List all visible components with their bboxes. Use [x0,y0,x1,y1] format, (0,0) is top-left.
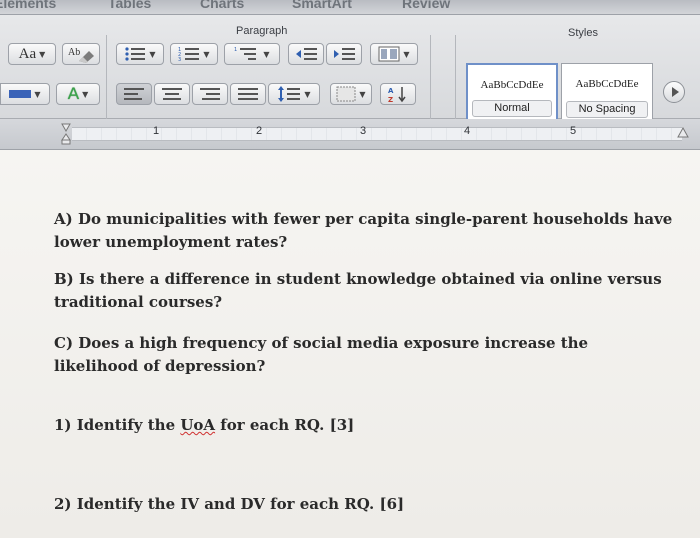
clear-formatting-button[interactable]: Ab [62,43,100,65]
tab-charts[interactable]: Charts [200,0,244,11]
document-page[interactable]: A) Do municipalities with fewer per capi… [0,150,700,538]
eraser-icon: Ab [68,47,94,63]
ruler-number: 5 [570,125,577,137]
question-c: C) Does a high frequency of social media… [54,334,589,375]
decrease-indent-button[interactable] [288,43,324,65]
chevron-down-icon: ▼ [39,49,46,59]
increase-indent-button[interactable] [326,43,362,65]
misspelled-word[interactable]: UoA [180,416,215,434]
indent-marker-icon[interactable] [61,123,71,145]
task-1-suffix: for each RQ. [3] [215,416,355,434]
align-left-button[interactable] [116,83,152,105]
task-1: 1) Identify the UoA for each RQ. [3] [54,414,674,437]
shading-icon [336,86,356,102]
align-right-button[interactable] [192,83,228,105]
multilevel-list-icon: 1 [234,47,257,60]
svg-text:Z: Z [388,96,393,103]
align-center-icon [162,88,182,100]
bullets-button[interactable]: ▼ [116,43,164,65]
svg-text:1: 1 [234,47,237,53]
sort-icon: A Z [388,87,406,103]
chevron-down-icon: ▼ [359,89,366,99]
chevron-down-icon: ▼ [203,49,210,59]
tab-review[interactable]: Review [402,0,450,11]
align-left-icon [124,88,144,100]
bullet-list-icon [125,47,146,61]
multilevel-list-button[interactable]: 1 ▼ [224,43,280,65]
styles-group-title: Styles [568,27,598,39]
font-color-label: A [67,84,80,103]
numbered-list-icon: 1 2 3 [178,47,200,62]
question-a: A) Do municipalities with fewer per capi… [54,210,673,251]
chevron-down-icon: ▼ [263,49,270,59]
group-separator [430,35,431,119]
columns-icon [378,46,400,62]
play-arrow-icon [672,87,679,97]
chevron-down-icon: ▼ [149,49,156,59]
outdent-icon [296,48,317,60]
tab-elements[interactable]: Elements [0,0,56,11]
ruler-number: 3 [360,125,367,137]
style-sample-text: AaBbCcDdEe [480,79,544,91]
numbering-button[interactable]: 1 2 3 ▼ [170,43,218,65]
font-size-label: Aa [18,45,37,62]
svg-text:A: A [388,87,394,95]
line-spacing-icon [278,86,301,102]
columns-button[interactable]: ▼ [370,43,418,65]
ribbon: Paragraph Styles Aa ▼ Ab ▼ A ▼ ▼ 1 2 3 ▼… [0,15,700,125]
highlight-color-button[interactable]: ▼ [0,83,50,105]
shading-button[interactable]: ▼ [330,83,372,105]
style-sample-text: AaBbCcDdEe [575,78,639,90]
paragraph-group-title: Paragraph [236,25,288,37]
question-b: B) Is there a difference in student know… [54,270,662,311]
highlight-swatch [9,90,32,98]
align-center-button[interactable] [154,83,190,105]
task-2: 2) Identify the IV and DV for each RQ. [… [54,495,405,513]
ribbon-tab-bar: Elements Tables Charts SmartArt Review [0,0,700,15]
style-name-label: Normal [472,100,552,117]
tab-tables[interactable]: Tables [108,0,151,11]
justify-button[interactable] [230,83,266,105]
style-name-label: No Spacing [566,101,648,118]
chevron-down-icon: ▼ [82,89,89,99]
style-normal[interactable]: AaBbCcDdEe Normal [466,63,558,125]
ruler-number: 4 [464,125,471,137]
tab-smartart[interactable]: SmartArt [292,0,352,11]
more-styles-button[interactable] [663,81,685,103]
ruler-number: 1 [153,125,160,137]
svg-text:3: 3 [178,57,181,62]
chevron-down-icon: ▼ [304,89,311,99]
group-separator [106,35,107,119]
chevron-down-icon: ▼ [34,89,41,99]
ruler-track [72,127,682,141]
right-indent-marker-icon[interactable] [676,125,690,139]
chevron-down-icon: ▼ [403,49,410,59]
justify-icon [238,88,258,100]
group-separator [455,35,456,119]
indent-icon [334,48,355,60]
ruler[interactable]: 1 2 3 4 5 [0,119,700,150]
svg-text:Ab: Ab [68,47,80,58]
sort-button[interactable]: A Z [380,83,416,105]
line-spacing-button[interactable]: ▼ [268,83,320,105]
font-color-button[interactable]: A ▼ [56,83,100,105]
ruler-number: 2 [256,125,263,137]
font-size-button[interactable]: Aa ▼ [8,43,56,65]
task-1-prefix: 1) Identify the [54,416,181,434]
align-right-icon [200,88,220,100]
style-no-spacing[interactable]: AaBbCcDdEe No Spacing [561,63,653,125]
